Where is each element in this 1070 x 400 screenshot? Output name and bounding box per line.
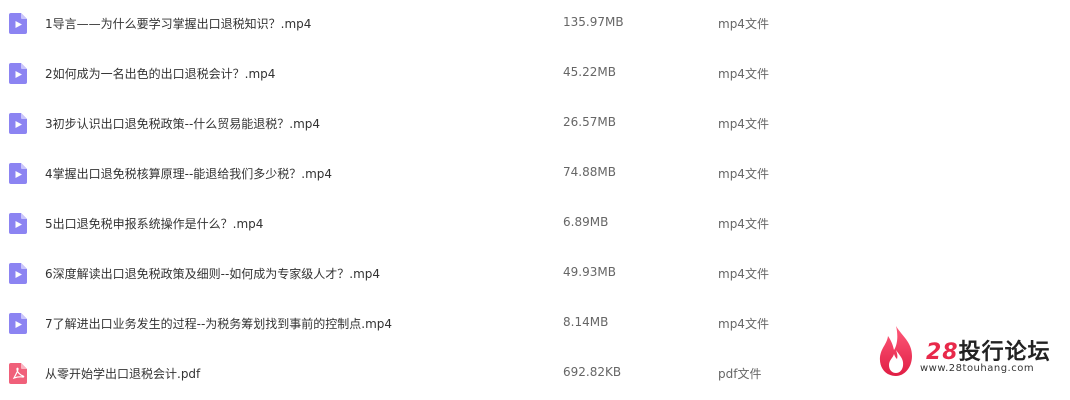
video-file-icon xyxy=(9,63,27,84)
watermark-title: 28投行论坛 xyxy=(926,334,1051,366)
file-row[interactable]: 5出口退免税申报系统操作是什么？.mp4 6.89MB mp4文件 xyxy=(0,200,1070,250)
file-name[interactable]: 6深度解读出口退免税政策及细则--如何成为专家级人才？.mp4 xyxy=(45,265,380,282)
video-file-icon xyxy=(9,13,27,34)
file-size: 135.97MB xyxy=(563,15,624,29)
file-row[interactable]: 6深度解读出口退免税政策及细则--如何成为专家级人才？.mp4 49.93MB mp… xyxy=(0,250,1070,300)
video-file-icon xyxy=(9,213,27,234)
file-size: 26.57MB xyxy=(563,115,616,129)
file-name[interactable]: 1导言——为什么要学习掌握出口退税知识？.mp4 xyxy=(45,15,311,32)
video-file-icon xyxy=(9,313,27,334)
watermark-logo: 28投行论坛 www.28touhang.com xyxy=(872,322,1062,382)
file-size: 8.14MB xyxy=(563,315,609,329)
file-name[interactable]: 4掌握出口退免税核算原理--能退给我们多少税？.mp4 xyxy=(45,165,332,182)
file-type: mp4文件 xyxy=(718,117,769,131)
watermark-url: www.28touhang.com xyxy=(920,363,1035,374)
file-name[interactable]: 5出口退免税申报系统操作是什么？.mp4 xyxy=(45,215,263,232)
file-size: 49.93MB xyxy=(563,265,616,279)
file-type: mp4文件 xyxy=(718,267,769,281)
file-size: 6.89MB xyxy=(563,215,609,229)
file-name[interactable]: 7了解进出口业务发生的过程--为税务筹划找到事前的控制点.mp4 xyxy=(45,315,392,332)
flame-icon xyxy=(879,326,912,376)
file-name[interactable]: 2如何成为一名出色的出口退税会计？.mp4 xyxy=(45,65,275,82)
file-type: pdf文件 xyxy=(718,367,762,381)
video-file-icon xyxy=(9,263,27,284)
file-row[interactable]: 1导言——为什么要学习掌握出口退税知识？.mp4 135.97MB mp4文件 xyxy=(0,0,1070,50)
file-type: mp4文件 xyxy=(718,167,769,181)
file-name[interactable]: 3初步认识出口退免税政策--什么贸易能退税？.mp4 xyxy=(45,115,320,132)
watermark-text: 投行论坛 xyxy=(958,340,1051,365)
file-type: mp4文件 xyxy=(718,17,769,31)
file-size: 45.22MB xyxy=(563,65,616,79)
video-file-icon xyxy=(9,163,27,184)
file-row[interactable]: 2如何成为一名出色的出口退税会计？.mp4 45.22MB mp4文件 xyxy=(0,50,1070,100)
file-size: 74.88MB xyxy=(563,165,616,179)
file-name[interactable]: 从零开始学出口退税会计.pdf xyxy=(45,365,200,382)
pdf-file-icon xyxy=(9,363,27,384)
file-row[interactable]: 3初步认识出口退免税政策--什么贸易能退税？.mp4 26.57MB mp4文件 xyxy=(0,100,1070,150)
video-file-icon xyxy=(9,113,27,134)
file-size: 692.82KB xyxy=(563,365,622,379)
file-type: mp4文件 xyxy=(718,217,769,231)
file-type: mp4文件 xyxy=(718,67,769,81)
file-row[interactable]: 4掌握出口退免税核算原理--能退给我们多少税？.mp4 74.88MB mp4文件 xyxy=(0,150,1070,200)
file-type: mp4文件 xyxy=(718,317,769,331)
watermark-number: 28 xyxy=(926,340,959,365)
